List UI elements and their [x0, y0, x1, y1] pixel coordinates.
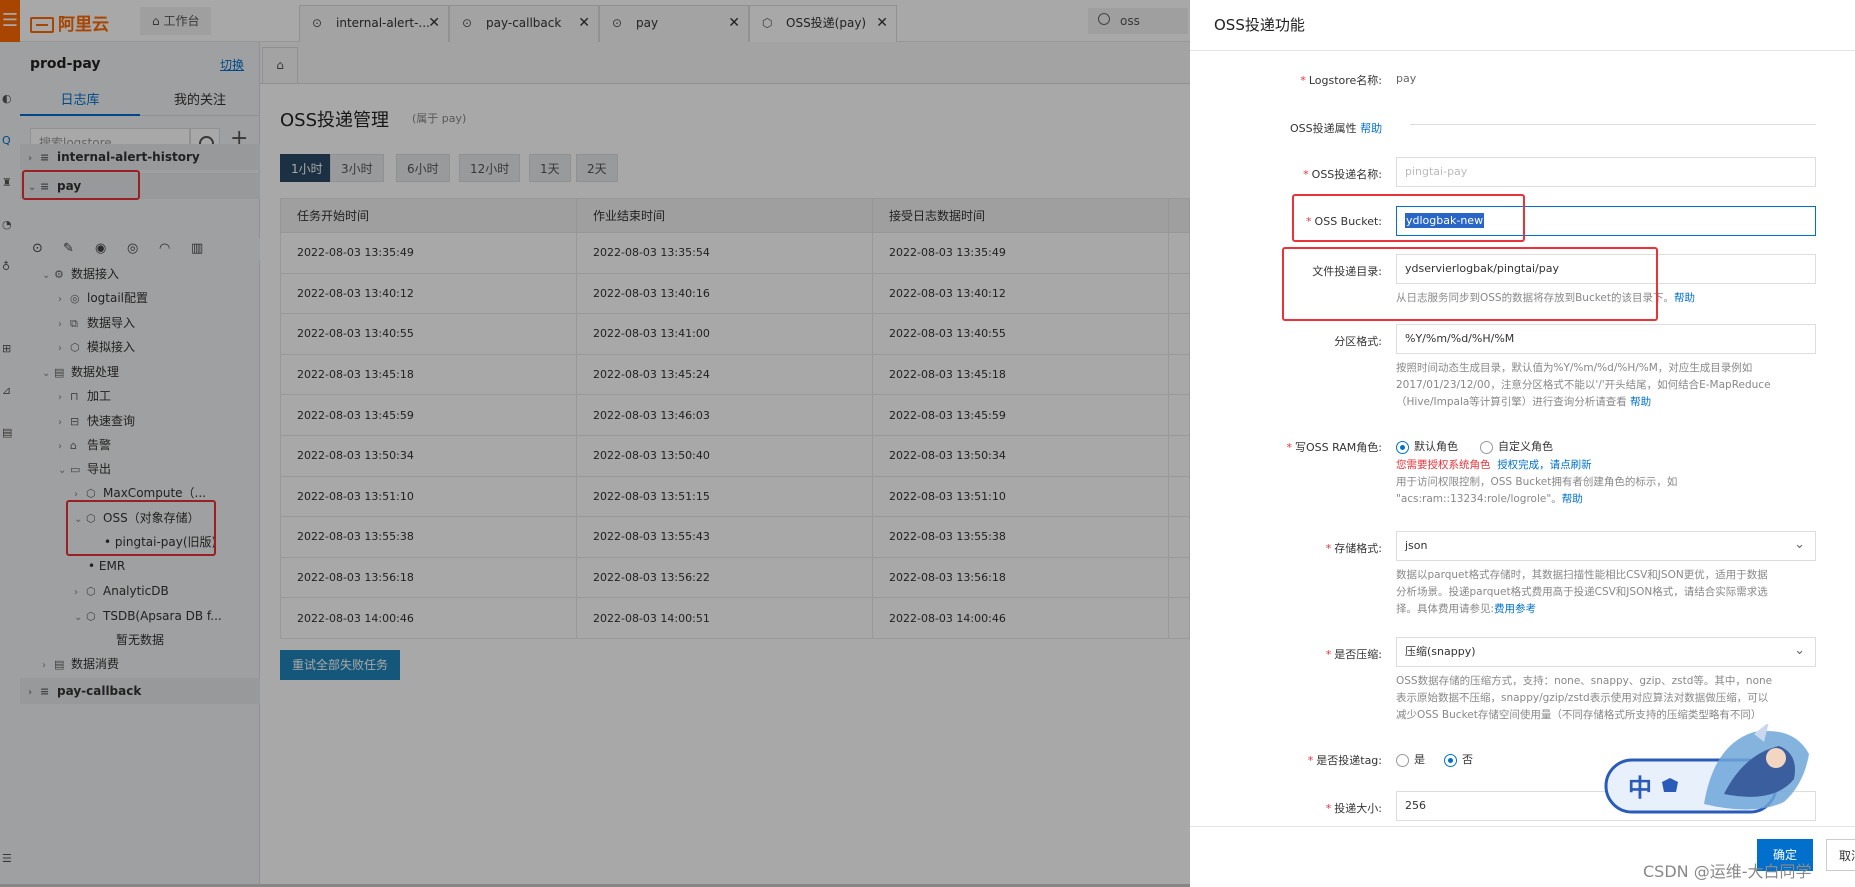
pricing-link[interactable]: 费用参考 — [1494, 603, 1536, 615]
storage-format-select[interactable]: json ⌄ — [1396, 531, 1816, 561]
help-link[interactable]: 帮助 — [1360, 122, 1382, 135]
ram-role-help: 您需要授权系统角色 授权完成，请点刷新 用于访问权限控制，OSS Bucket拥… — [1396, 457, 1816, 508]
help-line: 表示原始数据不压缩，snappy/gzip/zstd表示使用对应算法对数据做压缩… — [1396, 692, 1769, 704]
required-icon: * — [1303, 168, 1309, 181]
storage-format-help: 数据以parquet格式存储时，其数据扫描性能相比CSV和JSON更优，适用于数… — [1396, 567, 1816, 618]
logstore-name-value: pay — [1396, 72, 1417, 85]
radio-tag-yes[interactable]: 是 — [1396, 751, 1425, 767]
authorize-link[interactable]: 授权完成，请点刷新 — [1497, 459, 1592, 471]
help-text: 择。具体费用请参见: — [1396, 603, 1495, 615]
radio-unchecked-icon — [1396, 753, 1409, 767]
help-line: 按照时间动态生成目录，默认值为%Y/%m/%d/%H/%M，对应生成目录例如 — [1396, 362, 1753, 374]
label-text: 存储格式: — [1334, 542, 1382, 555]
delivery-name-input[interactable]: pingtai-pay — [1396, 157, 1816, 187]
compress-select[interactable]: 压缩(snappy) ⌄ — [1396, 637, 1816, 667]
radio-tag-no[interactable]: 否 — [1444, 751, 1473, 767]
help-line: 您需要授权系统角色 授权完成，请点刷新 — [1396, 457, 1816, 474]
chevron-down-icon: ⌄ — [1794, 643, 1805, 658]
partition-label: 分区格式: — [1334, 333, 1382, 349]
required-icon: * — [1325, 542, 1332, 555]
delivery-size-label: * 投递大小: — [1326, 800, 1382, 816]
badge-text: 中 — [1628, 774, 1652, 802]
help-link[interactable]: 帮助 — [1562, 493, 1583, 505]
partition-input[interactable]: %Y/%m/%d/%H/%M — [1396, 324, 1816, 354]
radio-custom-role[interactable]: 自定义角色 — [1480, 438, 1553, 454]
watermark: CSDN @运维-大白同学 — [1643, 862, 1812, 881]
highlight-bucket — [1292, 194, 1525, 242]
radio-label: 自定义角色 — [1498, 440, 1553, 453]
drawer-title: OSS投递功能 — [1214, 16, 1305, 34]
modal-overlay[interactable] — [0, 0, 1190, 887]
required-icon: * — [1307, 754, 1314, 767]
help-line: 减少OSS Bucket存储空间使用量（不同存储格式所支持的压缩类型略有不同） — [1396, 709, 1762, 721]
help-line: 数据以parquet格式存储时，其数据扫描性能相比CSV和JSON更优，适用于数… — [1396, 569, 1768, 581]
role-warning: 您需要授权系统角色 — [1396, 459, 1491, 471]
radio-default-role[interactable]: 默认角色 — [1396, 438, 1458, 454]
highlight-directory — [1282, 247, 1658, 321]
deliver-tag-label: * 是否投递tag: — [1308, 752, 1382, 768]
storage-format-label: * 存储格式: — [1326, 540, 1382, 556]
compress-label: * 是否压缩: — [1326, 646, 1382, 662]
radio-unchecked-icon — [1480, 440, 1493, 454]
section-oss-props: OSS投递属性 帮助 — [1290, 120, 1382, 136]
help-line: 择。具体费用请参见:费用参考 — [1396, 601, 1816, 618]
radio-label: 是 — [1414, 753, 1425, 766]
help-line: "acs:ram::13234:role/logrole"。帮助 — [1396, 491, 1816, 508]
partition-help: 按照时间动态生成目录，默认值为%Y/%m/%d/%H/%M，对应生成目录例如 2… — [1396, 360, 1816, 411]
radio-checked-icon — [1444, 753, 1457, 767]
floating-mascot-widget[interactable]: 中 — [1604, 724, 1816, 816]
chevron-down-icon: ⌄ — [1794, 537, 1805, 552]
radio-checked-icon — [1396, 440, 1409, 454]
cancel-button[interactable]: 取消 — [1826, 839, 1855, 871]
help-link[interactable]: 帮助 — [1630, 396, 1651, 408]
help-line: 分析场景。投递parquet格式费用高于投递CSV和JSON格式，请结合实际需求… — [1396, 586, 1768, 598]
help-link[interactable]: 帮助 — [1674, 292, 1695, 304]
label-text: 是否投递tag: — [1316, 754, 1382, 767]
radio-label: 否 — [1462, 753, 1473, 766]
logstore-name-label: * Logstore名称: — [1300, 72, 1382, 88]
required-icon: * — [1300, 74, 1306, 87]
help-line: 2017/01/23/12/00，注意分区格式不能以'/'开头结尾，如何结合E-… — [1396, 379, 1771, 391]
help-line: （Hive/Impala等计算引擎）进行查询分析请查看 帮助 — [1396, 394, 1816, 411]
divider — [1190, 50, 1855, 51]
select-value: 压缩(snappy) — [1405, 645, 1476, 658]
help-text: "acs:ram::13234:role/logrole"。 — [1396, 493, 1562, 505]
required-icon: * — [1325, 802, 1332, 815]
label-text: OSS投递名称: — [1311, 168, 1382, 181]
label-text: 分区格式: — [1334, 335, 1382, 348]
required-icon: * — [1325, 648, 1332, 661]
section-label: OSS投递属性 — [1290, 122, 1357, 135]
delivery-name-label: * OSS投递名称: — [1303, 166, 1382, 182]
required-icon: * — [1286, 441, 1292, 454]
label-text: 投递大小: — [1334, 802, 1382, 815]
help-line: OSS数据存储的压缩方式，支持：none、snappy、gzip、zstd等。其… — [1396, 675, 1773, 687]
help-text: （Hive/Impala等计算引擎）进行查询分析请查看 — [1396, 396, 1627, 408]
help-line: 用于访问权限控制，OSS Bucket拥有者创建角色的标示，如 — [1396, 476, 1678, 488]
label-text: 写OSS RAM角色: — [1294, 441, 1382, 454]
compress-help: OSS数据存储的压缩方式，支持：none、snappy、gzip、zstd等。其… — [1396, 673, 1816, 724]
select-value: json — [1405, 539, 1428, 552]
section-divider — [1410, 124, 1816, 125]
radio-label: 默认角色 — [1414, 440, 1458, 453]
label-text: 是否压缩: — [1334, 648, 1382, 661]
label-text: Logstore名称: — [1308, 74, 1382, 87]
ram-role-label: * 写OSS RAM角色: — [1286, 439, 1382, 455]
